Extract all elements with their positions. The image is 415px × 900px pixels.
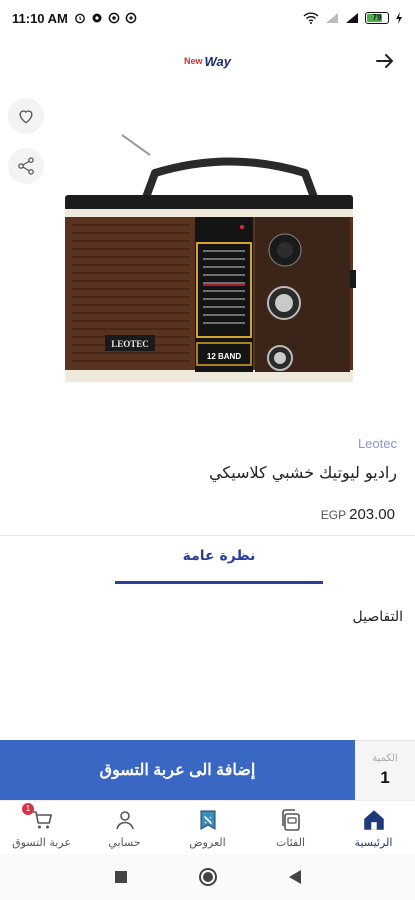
- signal-icon: [326, 13, 338, 23]
- bottom-nav: 1 عربة التسوق حسابي العروض الفئات الرئيس…: [0, 800, 415, 854]
- recents-button[interactable]: [114, 870, 128, 884]
- quantity-value[interactable]: 1: [380, 768, 389, 788]
- categories-icon: [278, 807, 304, 833]
- heart-icon: [19, 110, 33, 124]
- product-image: LEOTEC 12 BAND: [65, 134, 356, 382]
- circle-icon: [198, 868, 217, 886]
- back-system-button[interactable]: [288, 869, 302, 885]
- nav-item-categories[interactable]: الفئات: [249, 801, 332, 854]
- nav-item-label: الفئات: [276, 835, 305, 849]
- app-notification-icon-2: [125, 12, 137, 24]
- share-icon: [18, 157, 34, 175]
- square-icon: [114, 871, 127, 883]
- details-label: التفاصيل: [352, 609, 403, 625]
- nav-item-home[interactable]: الرئيسية: [332, 801, 415, 854]
- home-system-button[interactable]: [198, 867, 218, 887]
- store-logo: New Way: [183, 53, 231, 69]
- status-bar: 11:10 AM 79: [0, 0, 415, 36]
- add-to-cart-button[interactable]: إضافة الى عربة التسوق: [0, 740, 355, 800]
- nav-item-label: الرئيسية: [354, 835, 393, 849]
- share-button[interactable]: [8, 148, 44, 184]
- image-band-label: 12 BAND: [207, 352, 241, 361]
- nav-item-offers[interactable]: العروض: [166, 801, 249, 854]
- offers-icon: [195, 807, 221, 833]
- wifi-icon: [303, 12, 319, 24]
- triangle-back-icon: [288, 870, 301, 884]
- system-nav-bar: [0, 854, 415, 900]
- home-icon: [361, 807, 387, 833]
- nav-item-account[interactable]: حسابي: [83, 801, 166, 854]
- product-price: EGP 203.00: [321, 506, 395, 523]
- alarm-icon: [74, 13, 85, 24]
- cart-badge: 1: [22, 803, 34, 815]
- app-bar: New Way: [0, 36, 415, 86]
- account-icon: [112, 807, 138, 833]
- price-value: 203.00: [349, 506, 395, 523]
- product-brand-link[interactable]: Leotec: [358, 436, 397, 451]
- settings-icon: [92, 13, 102, 23]
- status-notification-icons: [74, 12, 137, 24]
- status-time: 11:10 AM: [12, 10, 68, 26]
- quantity-label: الكمية: [372, 753, 398, 764]
- charging-icon: [396, 12, 402, 24]
- divider: [0, 535, 415, 536]
- app-notification-icon: [108, 12, 120, 24]
- product-title: راديو ليوتيك خشبي كلاسيكي: [209, 463, 397, 482]
- tab-overview[interactable]: نظرة عامة: [115, 548, 323, 584]
- tab-indicator: [115, 581, 323, 584]
- nav-item-label: العروض: [189, 835, 226, 849]
- add-to-cart-bar: إضافة الى عربة التسوق الكمية 1: [0, 740, 415, 800]
- nav-item-label: عربة التسوق: [12, 835, 71, 849]
- arrow-right-icon[interactable]: [373, 49, 397, 73]
- product-image-area: LEOTEC 12 BAND: [0, 90, 415, 420]
- signal-icon-2: [346, 13, 358, 23]
- battery-indicator: 79: [365, 12, 389, 24]
- nav-item-cart[interactable]: 1 عربة التسوق: [0, 801, 83, 854]
- nav-item-label: حسابي: [108, 835, 141, 849]
- quantity-field[interactable]: الكمية 1: [355, 740, 415, 800]
- favorite-button[interactable]: [8, 98, 44, 134]
- price-currency: EGP: [320, 508, 347, 522]
- image-brand-label: LEOTEC: [111, 339, 149, 349]
